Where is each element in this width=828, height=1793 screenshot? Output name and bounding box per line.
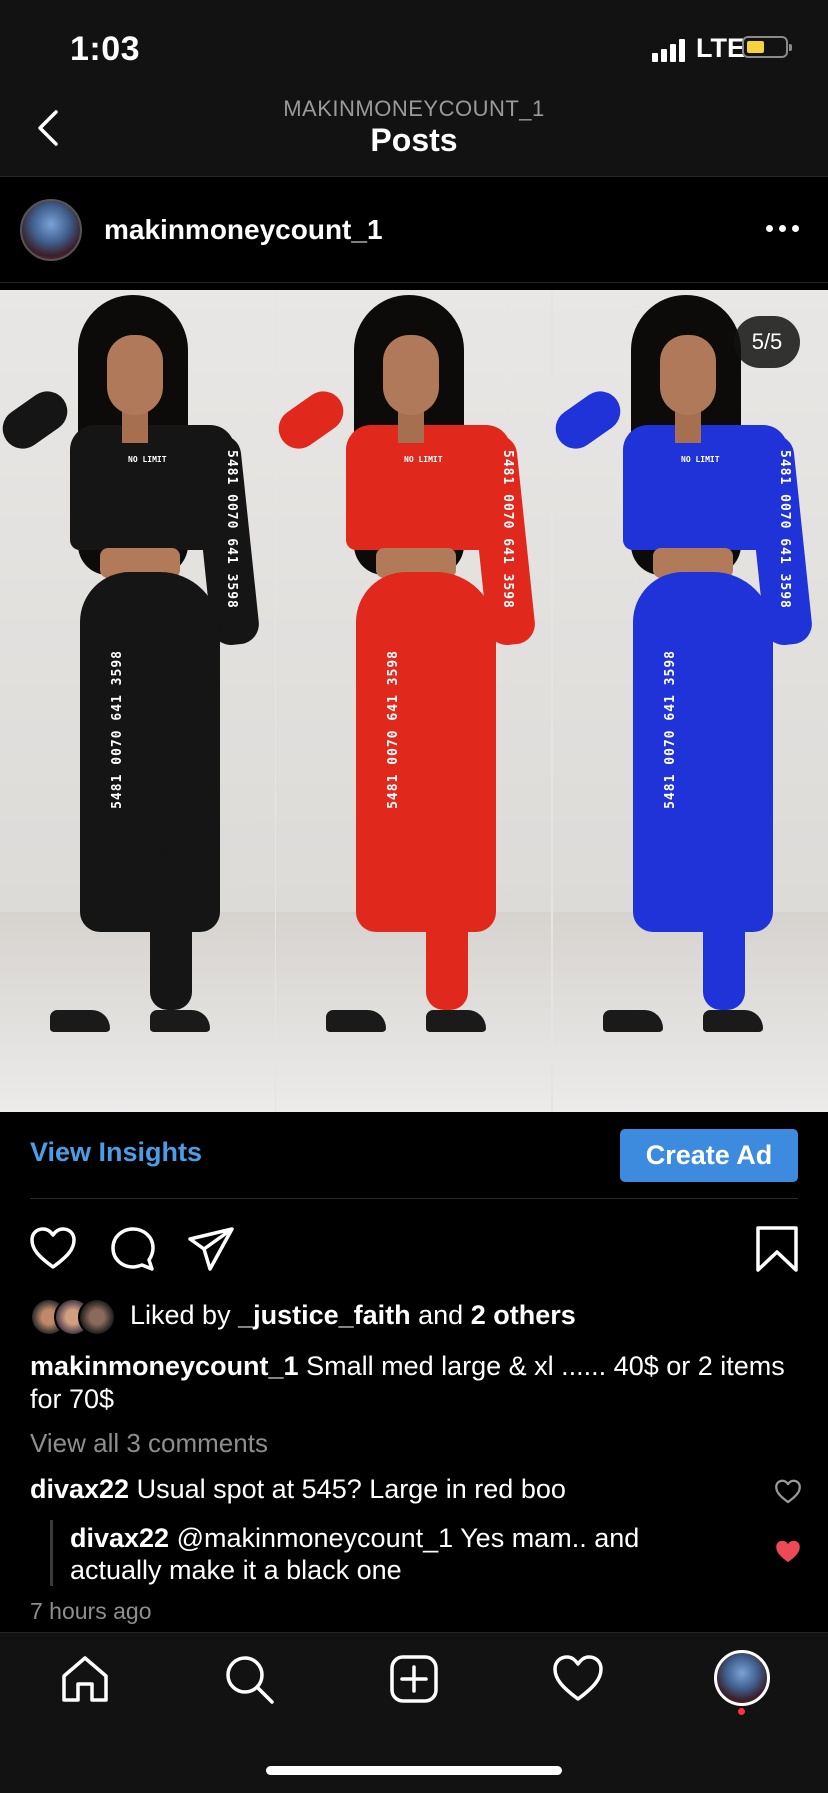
- comment: divax22 Usual spot at 545? Large in red …: [30, 1474, 750, 1505]
- liked-by-avatars[interactable]: [30, 1298, 120, 1336]
- sleeve-print-text: 5481 0070 641 3598: [500, 450, 515, 609]
- profile-icon[interactable]: [714, 1650, 770, 1706]
- comment-text: Usual spot at 545? Large in red boo: [129, 1474, 566, 1504]
- comment-like-heart-icon[interactable]: [774, 1478, 802, 1506]
- shirt-print-text: NO LIMIT: [681, 455, 720, 464]
- image-panel: NO LIMIT 5481 0070 641 3598 5481 0070 641 …: [553, 290, 828, 1112]
- activity-icon[interactable]: [551, 1652, 605, 1706]
- post-username[interactable]: makinmoneycount_1: [104, 214, 383, 246]
- comment-username[interactable]: divax22: [30, 1474, 129, 1504]
- shirt-print-text: NO LIMIT: [128, 455, 167, 464]
- reply-thread-line: [50, 1520, 53, 1586]
- caption-username[interactable]: makinmoneycount_1: [30, 1351, 299, 1381]
- view-all-comments-link[interactable]: View all 3 comments: [30, 1428, 268, 1459]
- page-title: Posts: [370, 122, 458, 158]
- leg-print-text: 5481 0070 641 3598: [663, 650, 678, 809]
- heart-icon[interactable]: [28, 1224, 78, 1274]
- bookmark-icon[interactable]: [752, 1224, 802, 1274]
- comment-icon[interactable]: [108, 1224, 158, 1274]
- view-insights-link[interactable]: View Insights: [30, 1137, 202, 1168]
- network-label: LTE: [696, 33, 745, 63]
- divider: [30, 1198, 798, 1199]
- avatar[interactable]: [20, 199, 82, 261]
- header-subtitle: MAKINMONEYCOUNT_1: [283, 96, 545, 121]
- post-caption: makinmoneycount_1 Small med large & xl .…: [30, 1350, 790, 1416]
- leg-print-text: 5481 0070 641 3598: [386, 650, 401, 809]
- home-icon[interactable]: [58, 1652, 112, 1706]
- search-icon[interactable]: [222, 1652, 276, 1706]
- shirt-print-text: NO LIMIT: [404, 455, 443, 464]
- liked-heart-icon[interactable]: [774, 1538, 802, 1566]
- status-time: 1:03: [70, 30, 141, 68]
- liked-user[interactable]: _justice_faith: [238, 1300, 411, 1330]
- liked-others[interactable]: 2 others: [471, 1300, 576, 1330]
- more-icon[interactable]: [766, 225, 799, 232]
- signal-icon: [652, 38, 685, 62]
- carousel-counter: 5/5: [734, 316, 800, 368]
- add-post-icon[interactable]: [387, 1652, 441, 1706]
- comment-reply: divax22 @makinmoneycount_1 Yes mam.. and…: [70, 1522, 730, 1586]
- home-indicator[interactable]: [266, 1766, 562, 1775]
- sleeve-print-text: 5481 0070 641 3598: [777, 450, 792, 609]
- post-timestamp: 7 hours ago: [30, 1598, 152, 1624]
- image-panel: NO LIMIT 5481 0070 641 3598 5481 0070 641 …: [276, 290, 551, 1112]
- liked-middle: and: [410, 1300, 471, 1330]
- share-icon[interactable]: [186, 1224, 236, 1274]
- notification-dot: [738, 1708, 745, 1715]
- liked-prefix: Liked by: [130, 1300, 239, 1330]
- liked-by-text[interactable]: Liked by _justice_faith and 2 others: [130, 1300, 576, 1331]
- leg-print-text: 5481 0070 641 3598: [110, 650, 125, 809]
- post-image[interactable]: NO LIMIT 5481 0070 641 3598 5481 0070 641 …: [0, 290, 828, 1112]
- sleeve-print-text: 5481 0070 641 3598: [224, 450, 239, 609]
- battery-icon: [742, 36, 792, 58]
- comment-username[interactable]: divax22: [70, 1523, 169, 1553]
- create-ad-button[interactable]: Create Ad: [620, 1129, 798, 1182]
- image-panel: NO LIMIT 5481 0070 641 3598 5481 0070 641 …: [0, 290, 275, 1112]
